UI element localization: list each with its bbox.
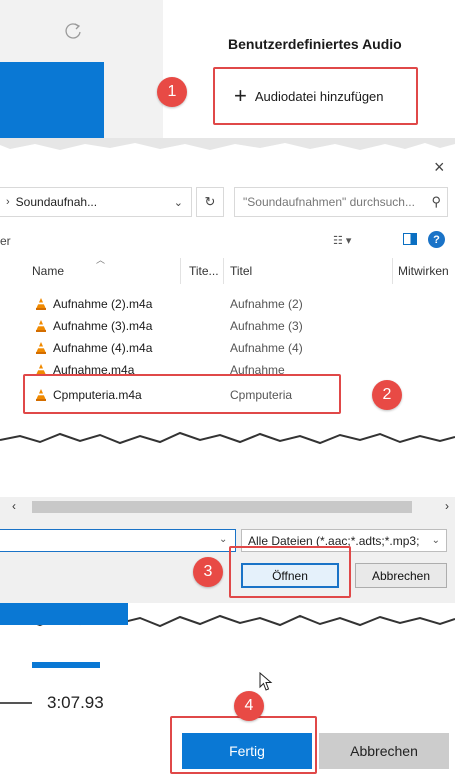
scroll-right-icon[interactable]: › [445,499,449,513]
blue-tile [0,62,104,140]
refresh-icon[interactable]: ↻ [196,187,224,217]
highlight-box-file [23,374,341,414]
close-icon[interactable]: × [434,157,445,178]
torn-edge [0,431,455,466]
custom-audio-title: Benutzerdefiniertes Audio [228,36,402,52]
sort-ascending-icon: ︿ [96,255,106,265]
cancel-button[interactable]: Abbrechen [319,733,449,769]
scroll-left-icon[interactable]: ‹ [12,499,16,513]
search-icon[interactable]: ⚲ [431,194,441,210]
mouse-cursor-icon [259,672,273,691]
step-badge-2: 2 [372,380,402,410]
chevron-right-icon: › [6,196,10,208]
chevron-down-icon[interactable]: ⌄ [174,196,183,209]
step-badge-1: 1 [157,77,187,107]
column-divider[interactable] [180,258,181,284]
column-header-name[interactable]: Name [32,264,64,278]
file-name: Aufnahme (2).m4a [53,297,153,311]
search-placeholder: "Soundaufnahmen" durchsuch... [243,195,415,209]
step-badge-3: 3 [193,557,223,587]
file-name: Aufnahme (4).m4a [53,341,153,355]
breadcrumb[interactable]: › Soundaufnah... ⌄ [0,187,192,217]
chevron-down-icon[interactable]: ⌄ [219,534,227,545]
blue-bar [0,603,128,625]
scrollbar-thumb[interactable] [32,501,412,513]
vlc-cone-icon [36,342,46,354]
search-input[interactable]: "Soundaufnahmen" durchsuch... ⚲ [234,187,448,217]
redo-icon[interactable] [62,20,84,42]
file-name-input[interactable] [0,529,236,552]
column-header-title-short[interactable]: Tite... [189,264,219,278]
column-divider[interactable] [392,258,393,284]
file-row[interactable]: Aufnahme (2).m4a Aufnahme (2) [0,295,455,313]
column-header-contributors[interactable]: Mitwirken [398,264,449,278]
cancel-button[interactable]: Abbrechen [355,563,447,588]
highlight-box-done [170,716,317,774]
column-divider[interactable] [223,258,224,284]
file-row[interactable]: Aufnahme (4).m4a Aufnahme (4) [0,339,455,357]
chevron-down-icon: ⌄ [431,535,440,546]
preview-pane-icon[interactable] [403,233,417,245]
step-badge-4: 4 [234,691,264,721]
file-name: Aufnahme (3).m4a [53,319,153,333]
file-title: Aufnahme (3) [230,319,303,333]
help-icon[interactable]: ? [428,231,445,248]
file-title: Aufnahme (2) [230,297,303,311]
timeline-bar [0,702,32,704]
breadcrumb-label: Soundaufnah... [15,195,98,209]
highlight-box-open [229,546,351,598]
column-header-title[interactable]: Titel [230,264,252,278]
file-title: Aufnahme (4) [230,341,303,355]
highlight-box-add-audio [213,67,418,125]
file-row[interactable]: Aufnahme (3).m4a Aufnahme (3) [0,317,455,335]
vlc-cone-icon [36,320,46,332]
toolbar-label: er [0,234,11,248]
duration-label: 3:07.93 [47,693,104,712]
vlc-cone-icon [36,298,46,310]
torn-edge [0,138,455,150]
horizontal-scrollbar[interactable]: ‹ › [0,497,455,517]
view-options-icon[interactable]: ☷ ▾ [333,234,351,247]
blue-bar [32,662,100,668]
